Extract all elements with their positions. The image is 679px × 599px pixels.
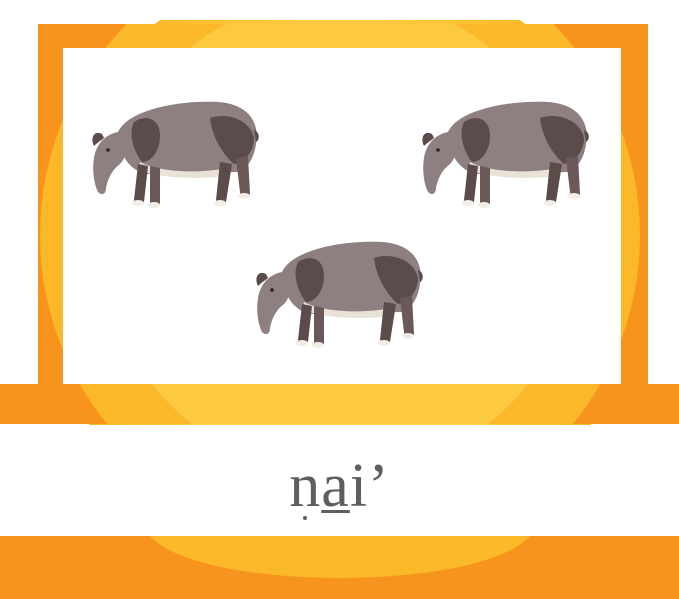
word-rest: i’: [349, 452, 390, 520]
picture-panel: [63, 48, 621, 384]
word-letter-n: n: [289, 446, 321, 526]
word-letter-a-underlined: a: [321, 452, 350, 520]
word-label: nai’: [0, 446, 679, 526]
